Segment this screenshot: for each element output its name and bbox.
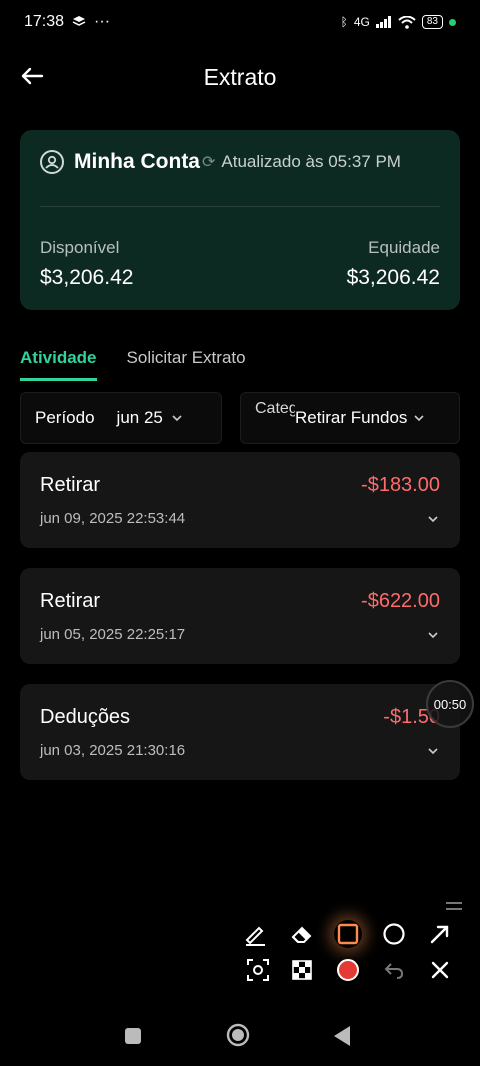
undo-icon[interactable] (380, 956, 408, 984)
mosaic-icon[interactable] (288, 956, 316, 984)
refresh-icon[interactable]: ⟳ (202, 152, 215, 172)
transaction-date: jun 09, 2025 22:53:44 (40, 510, 186, 527)
tab-activity[interactable]: Atividade (20, 348, 97, 381)
transaction-amount: -$183.00 (361, 474, 440, 496)
equity-label: Equidade (368, 238, 440, 257)
wifi-icon (398, 15, 416, 29)
network-type: 4G (353, 15, 370, 29)
tab-request-statement[interactable]: Solicitar Extrato (127, 348, 246, 381)
transaction-amount: -$622.00 (361, 590, 440, 612)
recents-icon[interactable] (124, 1027, 142, 1045)
available-label: Disponível (40, 238, 120, 257)
recording-timer[interactable]: 00:50 (426, 680, 474, 728)
category-filter[interactable]: Categoria Retirar Fundos (240, 392, 460, 444)
tab-bar: Atividade Solicitar Extrato (20, 348, 246, 381)
signal-icon (375, 16, 391, 28)
transaction-row[interactable]: Retirar -$183.00 jun 09, 2025 22:53:44 (20, 452, 460, 548)
app-header: Extrato (0, 52, 480, 102)
back-nav-icon[interactable] (332, 1025, 352, 1047)
bluetooth-icon: ᛒ (340, 15, 348, 29)
account-card: Minha Conta ⟳ Atualizado às 05:37 PM Dis… (20, 130, 460, 310)
drag-handle[interactable] (446, 902, 462, 910)
chevron-down-icon[interactable] (426, 744, 440, 758)
color-icon[interactable] (334, 956, 362, 984)
home-icon[interactable] (226, 1023, 250, 1047)
divider (40, 206, 440, 207)
transaction-date: jun 05, 2025 22:25:17 (40, 626, 186, 643)
pen-icon[interactable] (242, 920, 270, 948)
category-value: Retirar Fundos (295, 408, 408, 427)
chevron-down-icon[interactable] (426, 512, 440, 526)
back-arrow-icon[interactable] (18, 62, 46, 90)
period-filter[interactable]: Período jun 25 (20, 392, 222, 444)
annotation-toolbar (236, 900, 466, 990)
account-name: Minha Conta (74, 150, 200, 173)
rectangle-icon[interactable] (334, 920, 362, 948)
close-icon[interactable] (426, 956, 454, 984)
transaction-date: jun 03, 2025 21:30:16 (40, 742, 186, 759)
transaction-row[interactable]: Retirar -$622.00 jun 05, 2025 22:25:17 (20, 568, 460, 664)
period-value: jun 25 (116, 408, 163, 427)
filter-bar: Período jun 25 Categoria Retirar Fundos (20, 384, 460, 450)
account-icon (40, 150, 64, 174)
layers-icon (72, 16, 86, 26)
more-notifications-icon: ··· (94, 13, 111, 30)
chevron-down-icon[interactable] (426, 628, 440, 642)
status-time: 17:38 (24, 13, 65, 30)
available-value: $3,206.42 (40, 266, 134, 289)
period-label: Período (35, 408, 95, 427)
circle-icon[interactable] (380, 920, 408, 948)
eraser-icon[interactable] (288, 920, 316, 948)
status-bar: 17:38 ··· ᛒ 4G 83 (0, 0, 480, 44)
updated-time: Atualizado às 05:37 PM (221, 152, 401, 171)
screenshot-icon[interactable] (244, 956, 272, 984)
transaction-row[interactable]: Deduções -$1.50 jun 03, 2025 21:30:16 (20, 684, 460, 780)
arrow-icon[interactable] (426, 920, 454, 948)
transaction-type: Retirar (40, 590, 101, 612)
page-title: Extrato (203, 63, 277, 90)
battery-indicator: 83 (421, 15, 443, 29)
recording-dot (449, 18, 456, 26)
system-nav-bar (0, 1005, 480, 1066)
equity-value: $3,206.42 (346, 266, 440, 289)
chevron-down-icon (172, 415, 182, 422)
transaction-type: Retirar (40, 474, 101, 496)
category-label: Categoria (255, 400, 295, 417)
transaction-type: Deduções (40, 706, 131, 728)
chevron-down-icon (414, 415, 425, 422)
